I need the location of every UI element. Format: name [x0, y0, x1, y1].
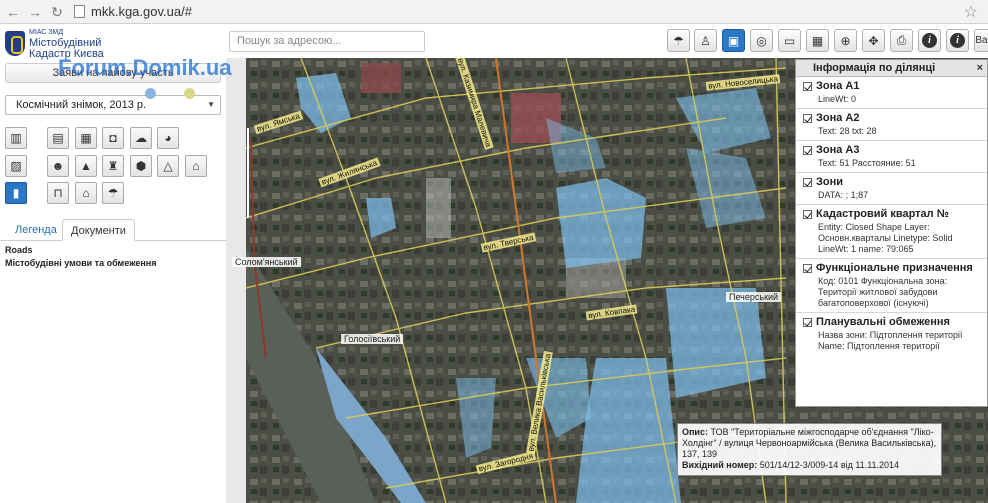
address-bar[interactable]: mkk.kga.gov.ua/#: [74, 4, 192, 19]
info-section-zone-a3: Зона А3 Text: 51 Расстояние: 51: [796, 141, 987, 173]
map-toolbar: Пошук за адресою... ☂ ♙ ▣ ◎ ▭ ▦ ⊕ ✥ ⎙ i …: [226, 25, 988, 58]
puzzle-icon[interactable]: ▦: [75, 127, 97, 149]
watermark-dot-blue: [145, 88, 156, 99]
more-button[interactable]: Ва: [974, 29, 988, 52]
info-section-cadastral-quarter: Кадастровий квартал № Entity: Closed Sha…: [796, 205, 987, 259]
section-title: Зона А3: [816, 144, 860, 156]
chevron-down-icon: ▼: [207, 100, 215, 109]
person-icon[interactable]: ♙: [694, 29, 717, 52]
checkbox-zone-a3[interactable]: [803, 145, 812, 155]
popup-description: ТОВ "Територіальне міжгосподарче об'єдна…: [682, 427, 937, 459]
checkbox-functional-purpose[interactable]: [803, 263, 812, 273]
tab-legend[interactable]: Легенда: [7, 219, 65, 241]
watermark-dot-yellow: [184, 88, 195, 99]
section-body: Entity: Closed Shape Layer: Основн.кварт…: [818, 222, 953, 254]
section-title: Кадастровий квартал №: [816, 208, 949, 220]
graduation-cap-icon[interactable]: ▲: [75, 155, 97, 177]
app-root: МІАС ЗМД Містобудівний Кадастр Києва Зая…: [0, 25, 988, 503]
info-section-planning-restrictions: Планувальні обмеження Назва зони: Підтоп…: [796, 313, 987, 355]
checkbox-planning-restrictions[interactable]: [803, 317, 812, 327]
restrictions-label: Містобудівні умови та обмеження: [5, 258, 157, 268]
object-popup: Опис: ТОВ "Територіальне міжгосподарче о…: [677, 423, 942, 476]
people-icon[interactable]: ☻: [47, 155, 69, 177]
section-title: Зона А1: [816, 80, 860, 92]
section-body: LineWt: 0: [818, 94, 857, 104]
popup-label-description: Опис:: [682, 427, 708, 437]
section-body: Text: 28 txt: 28: [818, 126, 877, 136]
info-circle-icon[interactable]: i: [946, 29, 969, 52]
reload-icon[interactable]: ↻: [48, 3, 66, 21]
close-icon[interactable]: ×: [977, 60, 983, 77]
document-plan-icon[interactable]: ▤: [47, 127, 69, 149]
section-body: Код: 0101 Функціональна зона: Території …: [818, 276, 948, 308]
info-section-zones: Зони DATA: ; 1;87: [796, 173, 987, 205]
shop-icon[interactable]: ⌂: [185, 155, 207, 177]
tab-bar: Легенда Документи: [0, 215, 226, 241]
logo[interactable]: МІАС ЗМД Містобудівний Кадастр Києва: [5, 28, 205, 59]
clipboard-icon[interactable]: ▣: [722, 29, 745, 52]
checkbox-cadastral-quarter[interactable]: [803, 209, 812, 219]
pyramid-icon[interactable]: △: [157, 155, 179, 177]
city-buildings-icon[interactable]: ▮: [5, 182, 27, 204]
shield-badge-icon[interactable]: ⬢: [130, 155, 152, 177]
popup-number: 501/14/12-3/009-14 від 11.11.2014: [759, 460, 900, 470]
gauge-icon[interactable]: ◕: [157, 127, 179, 149]
browser-chrome: ← → ↻ mkk.kga.gov.ua/# ☆: [0, 0, 988, 24]
section-body: Назва зони: Підтоплення території Name: …: [818, 330, 963, 351]
section-title: Функціональне призначення: [816, 262, 973, 274]
roads-label: Roads: [5, 245, 33, 255]
back-arrow-icon[interactable]: ←: [4, 3, 22, 21]
section-body: DATA: ; 1;87: [818, 190, 869, 200]
map-layer-icon[interactable]: ▨: [5, 155, 27, 177]
monument-icon[interactable]: ♜: [102, 155, 124, 177]
logo-line1: Містобудівний: [29, 36, 102, 49]
globe-icon[interactable]: ⊕: [834, 29, 857, 52]
layer-select-value: Космічний знімок, 2013 р.: [16, 99, 147, 111]
checkbox-zone-a1[interactable]: [803, 81, 812, 91]
tab-documents[interactable]: Документи: [62, 219, 135, 241]
checkbox-zone-a2[interactable]: [803, 113, 812, 123]
address-search-input[interactable]: Пошук за адресою...: [229, 31, 425, 52]
section-title: Зона А2: [816, 112, 860, 124]
kiosk-umbrella-icon[interactable]: ☂: [102, 182, 124, 204]
stamp-icon[interactable]: ◘: [102, 127, 124, 149]
map-area-icon[interactable]: ▦: [806, 29, 829, 52]
kiosk-icon[interactable]: ☂: [667, 29, 690, 52]
section-body: Text: 51 Расстояние: 51: [818, 158, 916, 168]
section-title: Планувальні обмеження: [816, 316, 950, 328]
url-text[interactable]: mkk.kga.gov.ua/#: [91, 4, 192, 19]
forward-arrow-icon[interactable]: →: [26, 3, 44, 21]
panel-title: Інформація по ділянці: [813, 62, 936, 74]
pan-arrows-icon[interactable]: ✥: [862, 29, 885, 52]
building-icon[interactable]: ▥: [5, 127, 27, 149]
compass-icon[interactable]: ◎: [750, 29, 773, 52]
popup-label-number: Вихідний номер:: [682, 460, 758, 470]
logo-subtitle: МІАС ЗМД: [29, 28, 64, 36]
section-title: Зони: [816, 176, 844, 188]
district-label-pecherskyi: Печерський: [726, 292, 782, 302]
info-section-zone-a2: Зона А2 Text: 28 txt: 28: [796, 109, 987, 141]
kyiv-shield-icon: [5, 30, 25, 56]
district-label-holosiivskyi: Голосіївський: [341, 334, 404, 344]
printer-icon[interactable]: ⎙: [890, 29, 913, 52]
info-icon[interactable]: i: [918, 29, 941, 52]
checkbox-zones[interactable]: [803, 177, 812, 187]
watermark: Forum.Domik.ua: [58, 55, 232, 80]
info-section-functional-purpose: Функціональне призначення Код: 0101 Функ…: [796, 259, 987, 313]
cloud-house-icon[interactable]: ☁: [130, 127, 152, 149]
page-icon: [74, 5, 85, 18]
market-icon[interactable]: ⌂: [75, 182, 97, 204]
ruler-icon[interactable]: ▭: [778, 29, 801, 52]
billboard-icon[interactable]: ⊓: [47, 182, 69, 204]
panel-header: Інформація по ділянці ×: [796, 60, 987, 77]
parcel-info-panel: Інформація по ділянці × Зона А1 LineWt: …: [795, 59, 988, 407]
bookmark-star-icon[interactable]: ☆: [964, 2, 978, 22]
district-label-solomyanskyi: Солом'янський: [232, 257, 301, 267]
info-section-zone-a1: Зона А1 LineWt: 0: [796, 77, 987, 109]
